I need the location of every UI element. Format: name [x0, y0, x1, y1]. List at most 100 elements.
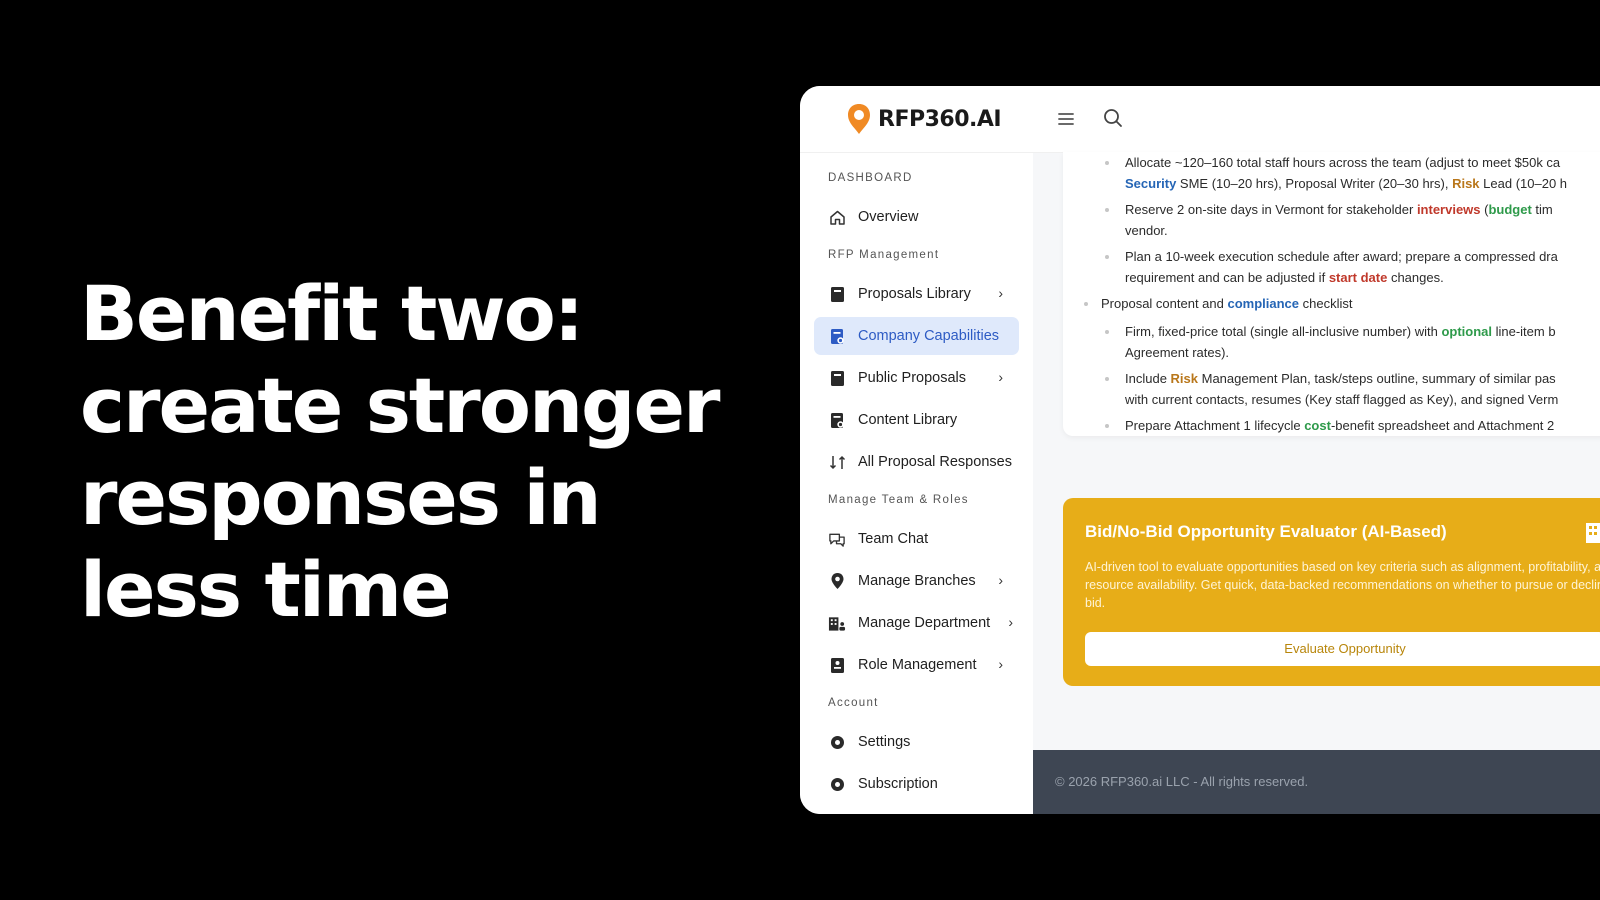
bullet-text: Prepare Attachment 1 lifecycle cost-bene…	[1125, 415, 1600, 436]
keyword-optional: optional	[1441, 324, 1492, 339]
app-window: RFP360.AI DASHBOARD Overview RFP Managem…	[800, 86, 1600, 814]
chevron-right-icon: ›	[998, 285, 1003, 301]
bullet-text-span: Lead (10–20 h	[1479, 176, 1568, 191]
chevron-right-icon: ›	[1008, 614, 1013, 630]
sidebar-item-label: Content Library	[858, 412, 958, 428]
sidebar-item-label: Team Chat	[858, 531, 929, 547]
bullet-text-span: changes.	[1387, 270, 1444, 285]
bullet-text: Proposal content and compliance checklis…	[1101, 293, 1600, 314]
sidebar-item-all-proposal-responses[interactable]: All Proposal Responses	[814, 443, 1019, 481]
bullet-text: Reserve 2 on-site days in Vermont for st…	[1125, 199, 1600, 220]
bullet-text-span: Prepare Attachment 1 lifecycle	[1125, 418, 1305, 433]
logo-mark-icon	[848, 104, 870, 134]
sidebar: RFP360.AI DASHBOARD Overview RFP Managem…	[800, 86, 1034, 814]
top-bar	[1033, 86, 1600, 153]
document-gear-icon	[828, 327, 846, 345]
sidebar-item-company-capabilities[interactable]: Company Capabilities	[814, 317, 1019, 355]
headline-line: create stronger	[80, 361, 721, 450]
bullet-text: vendor.	[1125, 223, 1168, 238]
sidebar-item-label: Manage Department	[858, 615, 991, 631]
bullet-text-span: line-item b	[1491, 324, 1556, 339]
sidebar-item-label: Proposals Library	[858, 286, 971, 302]
list-item: Reserve 2 on-site days in Vermont for st…	[1101, 199, 1600, 241]
keyword-risk: Risk	[1170, 371, 1199, 386]
keyword-compliance: compliance	[1227, 296, 1300, 311]
bid-evaluator-card: Bid/No-Bid Opportunity Evaluator (AI-Bas…	[1063, 498, 1600, 686]
bid-evaluator-description: AI-driven tool to evaluate opportunities…	[1085, 560, 1600, 610]
bullet-text-span: Proposal content and	[1101, 296, 1228, 311]
proposal-plan-card: Allocate ~120–160 total staff hours acro…	[1063, 152, 1600, 436]
evaluate-opportunity-button[interactable]: Evaluate Opportunity	[1085, 632, 1600, 666]
id-card-icon	[828, 656, 846, 674]
bullet-text-span: requirement and can be adjusted if	[1125, 270, 1329, 285]
sidebar-item-label: Company Capabilities	[858, 328, 1000, 344]
sidebar-item-public-proposals[interactable]: Public Proposals ›	[814, 359, 1019, 397]
sidebar-item-label: All Proposal Responses	[858, 454, 1012, 470]
bullet-text-span: checklist	[1299, 296, 1353, 311]
document-gear-icon	[828, 411, 846, 429]
section-label-team: Manage Team & Roles	[828, 494, 969, 506]
bullet-text: requirement and can be adjusted if start…	[1125, 267, 1600, 288]
sidebar-item-label: Public Proposals	[858, 370, 966, 386]
sidebar-item-subscription[interactable]: Subscription	[814, 765, 1019, 803]
bullet-text-span: Reserve 2 on-site days in Vermont for st…	[1125, 202, 1417, 217]
section-label-dashboard: DASHBOARD	[828, 172, 913, 184]
chevron-right-icon: ›	[998, 369, 1003, 385]
sidebar-item-role-management[interactable]: Role Management ›	[814, 646, 1019, 684]
hamburger-menu-icon[interactable]	[1055, 108, 1077, 130]
sidebar-item-label: Role Management	[858, 657, 977, 673]
bullet-text: Firm, fixed-price total (single all-incl…	[1125, 321, 1600, 342]
keyword-cost: cost	[1304, 418, 1331, 433]
list-item: Plan a 10-week execution schedule after …	[1101, 246, 1600, 288]
bullet-text: Allocate ~120–160 total staff hours acro…	[1125, 155, 1561, 170]
list-item: Firm, fixed-price total (single all-incl…	[1101, 321, 1600, 363]
keyword-interviews: interviews	[1416, 202, 1481, 217]
logo[interactable]: RFP360.AI	[800, 86, 1033, 153]
building-people-icon	[828, 614, 846, 632]
bullet-text-span: Management Plan, task/steps outline, sum…	[1198, 371, 1556, 386]
list-item: Include Risk Management Plan, task/steps…	[1101, 368, 1600, 410]
sidebar-item-label: Manage Branches	[858, 573, 976, 589]
chevron-right-icon: ›	[998, 656, 1003, 672]
sidebar-item-label: Settings	[858, 734, 911, 750]
bid-evaluator-title: Bid/No-Bid Opportunity Evaluator (AI-Bas…	[1085, 522, 1447, 541]
bullet-text-span: Firm, fixed-price total (single all-incl…	[1125, 324, 1442, 339]
keyword-risk: Risk	[1452, 176, 1480, 191]
bullet-text: Security SME (10–20 hrs), Proposal Write…	[1125, 173, 1600, 194]
main-area: Allocate ~120–160 total staff hours acro…	[1033, 86, 1600, 814]
building-check-icon	[1586, 523, 1600, 543]
sidebar-item-settings[interactable]: Settings	[814, 723, 1019, 761]
bullet-text-span: SME (10–20 hrs), Proposal Writer (20–30 …	[1176, 176, 1453, 191]
bullet-text-span: tim	[1531, 202, 1553, 217]
headline-line: Benefit two:	[80, 269, 584, 358]
search-icon[interactable]	[1101, 106, 1125, 130]
sidebar-item-proposals-library[interactable]: Proposals Library ›	[814, 275, 1019, 313]
list-item: Prepare Attachment 1 lifecycle cost-bene…	[1101, 415, 1600, 436]
list-item: Allocate ~120–160 total staff hours acro…	[1101, 152, 1600, 194]
keyword-budget: budget	[1488, 202, 1532, 217]
sidebar-nav: DASHBOARD Overview RFP Management Propos…	[800, 153, 1033, 803]
bullet-text-span: -benefit spreadsheet and Attachment 2	[1330, 418, 1555, 433]
sidebar-item-manage-branches[interactable]: Manage Branches ›	[814, 562, 1019, 600]
footer: © 2026 RFP360.ai LLC - All rights reserv…	[1033, 750, 1600, 814]
bullet-text: with current contacts, resumes (Key staf…	[1125, 392, 1559, 407]
list-item: Proposal content and compliance checklis…	[1084, 293, 1600, 314]
gear-icon	[828, 775, 846, 793]
chevron-right-icon: ›	[998, 572, 1003, 588]
sidebar-item-label: Overview	[858, 209, 919, 225]
bullet-text: Plan a 10-week execution schedule after …	[1125, 249, 1558, 264]
sidebar-item-manage-department[interactable]: Manage Department ›	[814, 604, 1019, 642]
headline-line: responses in	[80, 453, 602, 542]
bullet-text-span: Include	[1125, 371, 1171, 386]
logo-text: RFP360.AI	[878, 106, 1002, 132]
location-pin-icon	[828, 572, 846, 590]
home-icon	[828, 208, 846, 226]
swap-arrows-icon	[828, 453, 846, 471]
headline: Benefit two: create stronger responses i…	[80, 268, 721, 636]
sidebar-item-content-library[interactable]: Content Library	[814, 401, 1019, 439]
section-label-rfp: RFP Management	[828, 249, 940, 261]
section-label-account: Account	[828, 697, 879, 709]
sidebar-item-team-chat[interactable]: Team Chat	[814, 520, 1019, 558]
sidebar-item-overview[interactable]: Overview	[814, 198, 1019, 236]
chat-icon	[828, 530, 846, 548]
